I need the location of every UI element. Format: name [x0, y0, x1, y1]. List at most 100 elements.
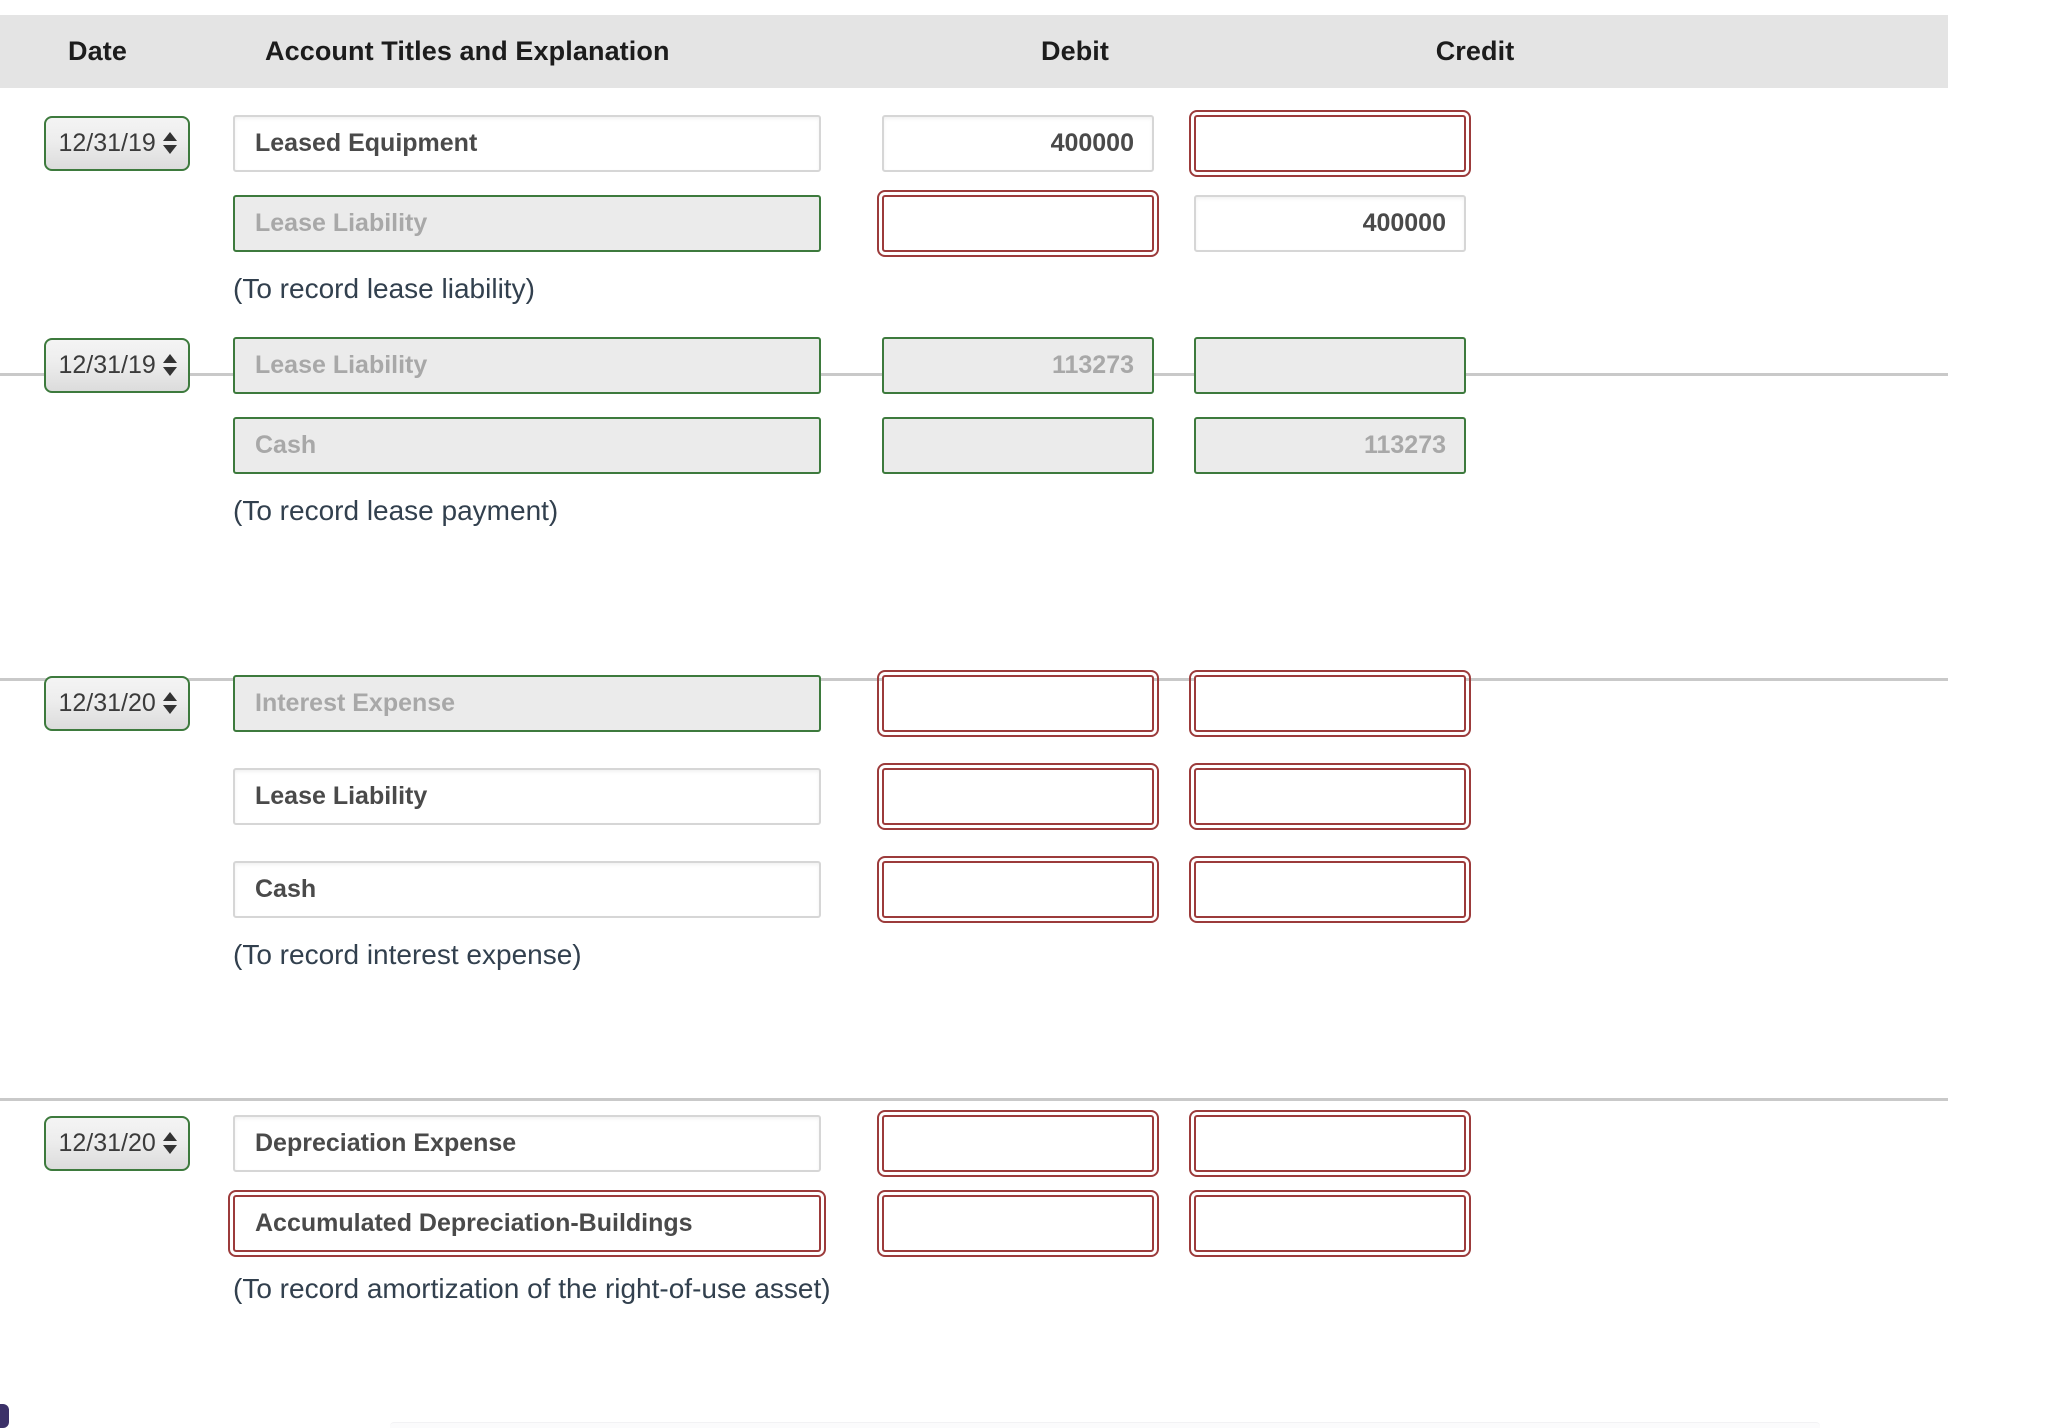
column-header-credit: Credit [1435, 36, 1515, 66]
entry-explanation-row: (To record interest expense) [0, 924, 1948, 986]
page-bottom-ghost-element [390, 1422, 1820, 1428]
account-title-input[interactable]: Depreciation Expense [233, 1114, 821, 1172]
table-header: Date Account Titles and Explanation Debi… [0, 15, 1948, 88]
debit-amount-input [882, 416, 1154, 474]
account-cell: Depreciation Expense [233, 1114, 862, 1172]
credit-amount-input: 113273 [1194, 416, 1466, 474]
account-cell: Cash [233, 860, 862, 918]
journal-entry-block: 12/31/20 Interest Expense Lease Liability C… [0, 668, 1948, 986]
journal-entry-row: Accumulated Depreciation-Buildings [0, 1188, 1948, 1258]
date-spinner[interactable] [162, 1132, 177, 1154]
debit-amount-input[interactable] [877, 762, 1159, 830]
account-cell: Lease Liability [233, 336, 862, 394]
spinner-up-arrow-icon[interactable] [162, 692, 177, 701]
debit-cell [862, 189, 1174, 257]
spinner-down-arrow-icon[interactable] [162, 367, 177, 376]
account-cell: Accumulated Depreciation-Buildings [228, 1189, 862, 1257]
account-cell: Lease Liability [233, 194, 862, 252]
spinner-up-arrow-icon[interactable] [162, 132, 177, 141]
date-select[interactable]: 12/31/20 [43, 675, 190, 731]
date-select[interactable]: 12/31/20 [43, 1115, 190, 1171]
debit-cell: 113273 [862, 336, 1174, 394]
column-header-account: Account Titles and Explanation [265, 36, 670, 66]
date-cell: 12/31/20 [0, 1115, 233, 1171]
debit-cell [862, 669, 1174, 737]
debit-cell [862, 1109, 1174, 1177]
debit-amount-input[interactable] [877, 189, 1159, 257]
entry-explanation-row: (To record lease payment) [0, 480, 1948, 542]
journal-entry-row: 12/31/19 Lease Liability 113273 [0, 330, 1948, 400]
journal-entry-row: Cash 113273 [0, 410, 1948, 480]
journal-entry-block: 12/31/19 Lease Liability 113273 Cash 113273 (… [0, 330, 1948, 542]
credit-cell: 113273 [1174, 416, 1486, 474]
column-header-debit: Debit [1041, 36, 1109, 66]
date-spinner[interactable] [162, 692, 177, 714]
spinner-up-arrow-icon[interactable] [162, 1132, 177, 1141]
account-title-input[interactable]: Leased Equipment [233, 114, 821, 172]
debit-cell [862, 855, 1174, 923]
date-select-value: 12/31/19 [58, 128, 156, 157]
debit-amount-input[interactable]: 400000 [882, 114, 1154, 172]
journal-entry-row: Lease Liability [0, 761, 1948, 831]
debit-amount-input[interactable] [877, 669, 1159, 737]
column-header-date: Date [68, 36, 127, 66]
page-bottom-marker [0, 1404, 9, 1428]
debit-cell [862, 416, 1174, 474]
entry-explanation-row: (To record lease liability) [0, 258, 1948, 320]
date-select[interactable]: 12/31/19 [43, 115, 190, 171]
credit-amount-input[interactable] [1189, 855, 1471, 923]
account-title-input[interactable]: Accumulated Depreciation-Buildings [228, 1189, 826, 1257]
date-cell: 12/31/19 [0, 337, 233, 393]
credit-cell [1174, 336, 1486, 394]
entry-explanation-text: (To record interest expense) [233, 939, 582, 970]
spinner-down-arrow-icon[interactable] [162, 145, 177, 154]
entry-explanation-text: (To record lease payment) [233, 495, 559, 526]
credit-cell [1174, 762, 1486, 830]
date-select[interactable]: 12/31/19 [43, 337, 190, 393]
date-select-value: 12/31/20 [58, 688, 156, 717]
account-cell: Lease Liability [233, 767, 862, 825]
credit-amount-input[interactable] [1189, 762, 1471, 830]
journal-entry-sheet: Date Account Titles and Explanation Debi… [0, 0, 2052, 1428]
entry-divider-3 [0, 1098, 1948, 1101]
credit-amount-input[interactable] [1189, 1189, 1471, 1257]
debit-cell: 400000 [862, 114, 1174, 172]
account-cell: Leased Equipment [233, 114, 862, 172]
account-title-input[interactable]: Lease Liability [233, 767, 821, 825]
entry-explanation-row: (To record amortization of the right-of-… [0, 1258, 1948, 1320]
journal-entry-row: 12/31/19 Leased Equipment 400000 [0, 108, 1948, 178]
account-title-input[interactable]: Cash [233, 860, 821, 918]
journal-entry-row: 12/31/20 Interest Expense [0, 668, 1948, 738]
account-cell: Cash [233, 416, 862, 474]
spinner-up-arrow-icon[interactable] [162, 354, 177, 363]
journal-entry-block: 12/31/19 Leased Equipment 400000 Lease Liab… [0, 108, 1948, 320]
account-title-input: Interest Expense [233, 674, 821, 732]
date-spinner[interactable] [162, 354, 177, 376]
credit-cell [1174, 1109, 1486, 1177]
date-select-value: 12/31/20 [58, 1128, 156, 1157]
journal-entry-row: Lease Liability 400000 [0, 188, 1948, 258]
credit-amount-input[interactable]: 400000 [1194, 194, 1466, 252]
account-title-input: Lease Liability [233, 336, 821, 394]
entry-explanation-text: (To record lease liability) [233, 273, 535, 304]
spinner-down-arrow-icon[interactable] [162, 1145, 177, 1154]
spinner-down-arrow-icon[interactable] [162, 705, 177, 714]
journal-entry-row: Cash [0, 854, 1948, 924]
credit-cell [1174, 109, 1486, 177]
debit-cell [862, 762, 1174, 830]
entry-explanation-text: (To record amortization of the right-of-… [233, 1273, 831, 1304]
credit-cell [1174, 855, 1486, 923]
date-select-value: 12/31/19 [58, 350, 156, 379]
journal-entry-row: 12/31/20 Depreciation Expense [0, 1108, 1948, 1178]
credit-amount-input[interactable] [1189, 1109, 1471, 1177]
date-cell: 12/31/19 [0, 115, 233, 171]
journal-entry-block: 12/31/20 Depreciation Expense Accumulated … [0, 1108, 1948, 1320]
debit-amount-input[interactable] [877, 1109, 1159, 1177]
debit-amount-input[interactable] [877, 1189, 1159, 1257]
debit-amount-input[interactable] [877, 855, 1159, 923]
credit-amount-input[interactable] [1189, 669, 1471, 737]
credit-amount-input[interactable] [1189, 109, 1471, 177]
credit-amount-input [1194, 336, 1466, 394]
date-spinner[interactable] [162, 132, 177, 154]
debit-cell [862, 1189, 1174, 1257]
